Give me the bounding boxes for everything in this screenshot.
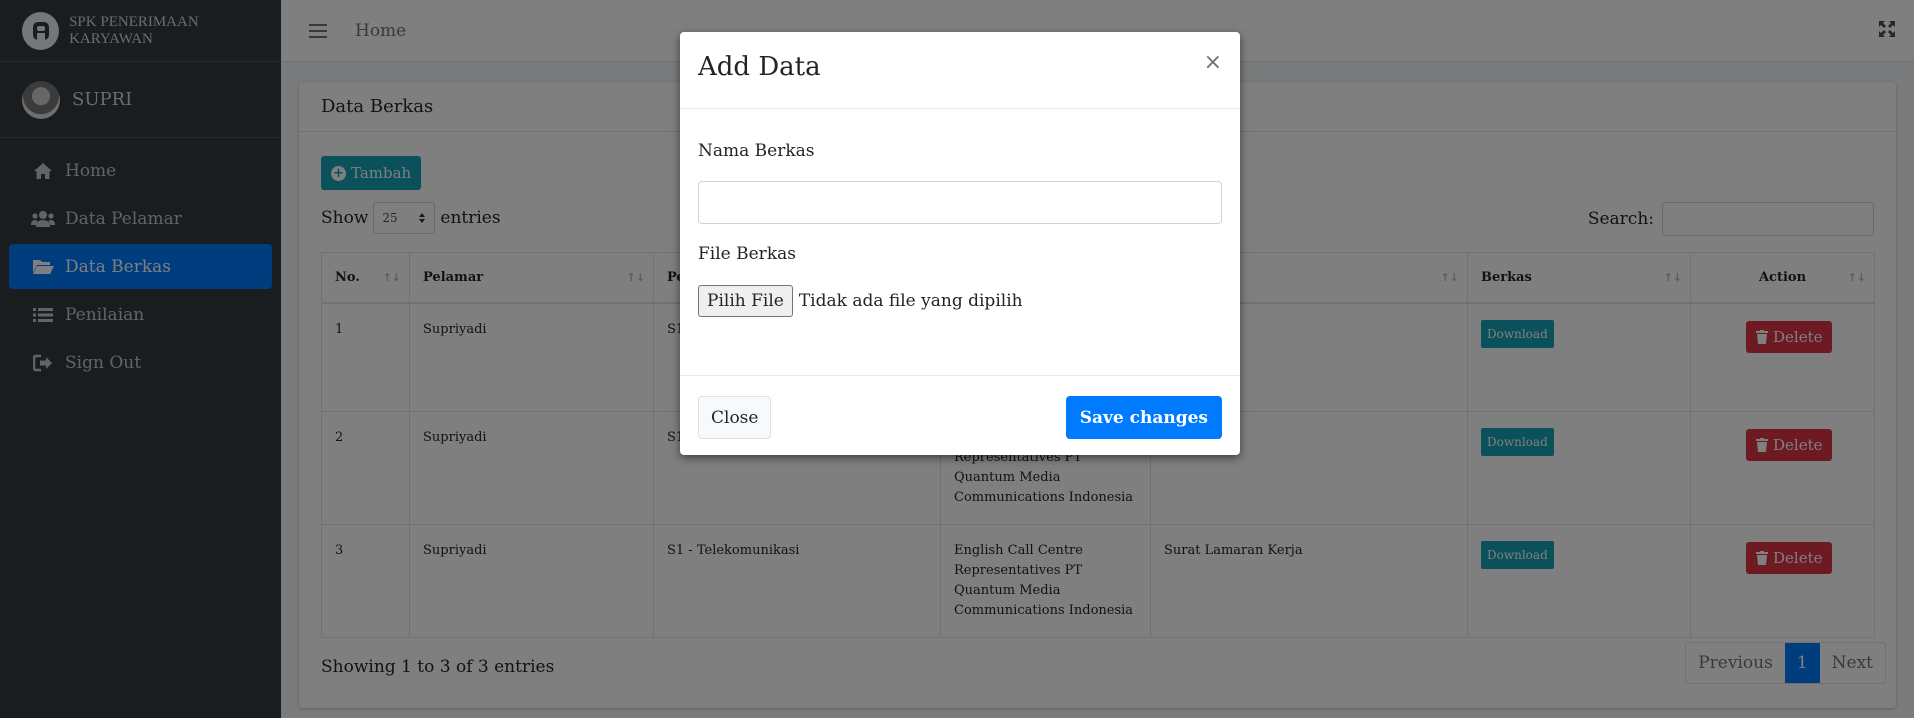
file-status: Tidak ada file yang dipilih — [798, 291, 1023, 311]
modal-header: Add Data × — [680, 32, 1240, 109]
modal-footer: Close Save changes — [680, 376, 1240, 454]
nama-berkas-input[interactable] — [698, 181, 1222, 224]
file-input: Pilih File Tidak ada file yang dipilih — [698, 285, 1222, 317]
choose-file-button[interactable]: Pilih File — [698, 285, 793, 317]
modal-body: Nama Berkas File Berkas Pilih File Tidak… — [680, 109, 1240, 376]
file-berkas-label: File Berkas — [698, 244, 796, 264]
add-data-modal: Add Data × Nama Berkas File Berkas Pilih… — [680, 32, 1240, 455]
modal-title: Add Data — [698, 52, 821, 82]
save-changes-button[interactable]: Save changes — [1065, 396, 1222, 439]
close-icon[interactable]: × — [1204, 50, 1222, 75]
close-button[interactable]: Close — [698, 396, 772, 439]
nama-berkas-label: Nama Berkas — [698, 141, 815, 161]
